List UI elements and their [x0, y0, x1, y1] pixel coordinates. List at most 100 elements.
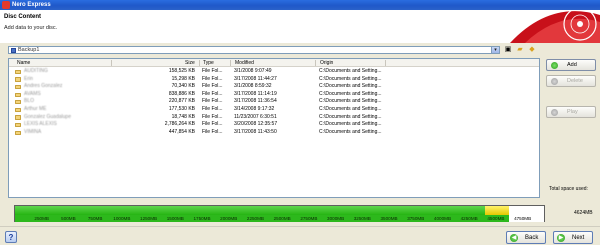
row-name: Arthur ME	[24, 105, 47, 112]
capacity-tick-label: 1500MB	[166, 216, 184, 221]
new-folder-icon[interactable]: ▰	[515, 45, 525, 54]
page-subtitle: Add data to your disc.	[4, 25, 58, 31]
dropdown-arrow-icon[interactable]: ▾	[491, 47, 499, 53]
header-panel: Disc Content Add data to your disc.	[0, 10, 600, 43]
row-origin: C:\Documents and Setting...	[319, 75, 382, 82]
capacity-fill	[15, 206, 486, 215]
capacity-tick-label: 3750MB	[407, 216, 425, 221]
capacity-warning-fill	[485, 206, 510, 215]
table-row[interactable]: BLO 220,877 KB File Fol... 3/17/2008 11:36:…	[9, 98, 539, 106]
capacity-tick-label: 500MB	[61, 216, 76, 221]
row-name: LEXIS ALEXIS	[24, 121, 57, 128]
row-size: 447,854 KB	[168, 128, 195, 135]
bottom-bar: ? ◀ Back ▶ Next	[0, 226, 600, 245]
row-type: File Fol...	[202, 113, 223, 120]
column-modified[interactable]: Modified	[235, 60, 254, 66]
next-arrow-icon: ▶	[557, 234, 565, 242]
delete-button[interactable]: Delete	[546, 75, 596, 87]
total-space-value: 4624MB	[574, 210, 593, 216]
row-origin: C:\Documents and Setting...	[319, 121, 382, 128]
capacity-tick-label: 2500MB	[273, 216, 291, 221]
row-size: 220,877 KB	[168, 98, 195, 105]
delete-button-label: Delete	[567, 78, 583, 84]
properties-icon[interactable]: ◆	[527, 45, 537, 54]
capacity-tick-label: 4000MB	[433, 216, 452, 221]
capacity-tick-label: 1250MB	[140, 216, 158, 221]
folder-icon	[15, 92, 21, 97]
column-origin[interactable]: Origin	[320, 60, 333, 66]
row-modified: 11/23/2007 6:30:51	[234, 113, 277, 120]
row-modified: 3/1/2008 9:07:49	[234, 68, 272, 74]
delete-icon	[551, 78, 558, 85]
capacity-tick-label: 3500MB	[380, 216, 398, 221]
capacity-tick-label: 750MB	[87, 216, 103, 221]
back-button-label: Back	[525, 235, 539, 241]
next-button[interactable]: ▶ Next	[553, 231, 593, 244]
table-row[interactable]: AVAMS 838,886 KB File Fol... 3/17/2008 11:1…	[9, 91, 539, 99]
save-icon[interactable]: ▣	[503, 45, 513, 54]
row-origin: C:\Documents and Setting...	[319, 83, 382, 90]
play-button[interactable]: Play	[546, 106, 596, 118]
capacity-tick-label: 3000MB	[327, 216, 345, 221]
folder-icon	[15, 69, 21, 74]
row-modified: 3/1/2008 8:59:32	[234, 83, 272, 90]
folder-icon	[15, 84, 21, 90]
list-header: Name Size Type Modified Origin	[9, 59, 539, 67]
row-type: File Fol...	[202, 83, 223, 90]
capacity-tick-label: 4250MB	[460, 216, 478, 221]
compilation-name-combo[interactable]: Backup1 ▾	[8, 46, 500, 54]
folder-icon	[15, 107, 21, 112]
title-bar: Nero Express	[0, 0, 600, 10]
row-modified: 3/17/2008 11:14:19	[234, 90, 277, 97]
row-type: File Fol...	[202, 105, 223, 112]
row-size: 18,748 KB	[171, 113, 195, 120]
disc-decoration-icon	[510, 10, 600, 43]
column-size[interactable]: Size	[185, 60, 195, 66]
row-size: 2,786,264 KB	[164, 121, 195, 128]
folder-icon	[15, 122, 21, 128]
file-list[interactable]: Name Size Type Modified Origin AUDITING 1…	[8, 58, 540, 198]
row-origin: C:\Documents and Setting...	[319, 113, 382, 120]
row-type: File Fol...	[202, 98, 223, 105]
row-size: 15,298 KB	[171, 75, 195, 82]
row-modified: 3/17/2008 11:43:50	[234, 128, 277, 135]
row-origin: C:\Documents and Setting...	[319, 128, 382, 135]
table-row[interactable]: Gonzalez Guadalupe 18,748 KB File Fol... 11…	[9, 114, 539, 122]
row-type: File Fol...	[202, 128, 223, 135]
table-row[interactable]: VIMINA 447,854 KB File Fol... 3/17/2008 11:…	[9, 129, 539, 137]
row-type: File Fol...	[202, 121, 223, 128]
disc-icon	[11, 48, 16, 53]
row-name: BLO	[24, 98, 35, 105]
app-icon	[2, 1, 10, 9]
row-origin: C:\Documents and Setting...	[319, 68, 382, 74]
folder-icon	[15, 130, 21, 135]
row-size: 70,340 KB	[171, 83, 195, 90]
table-row[interactable]: Arthur ME 177,530 KB File Fol... 3/14/2008 …	[9, 106, 539, 114]
help-button[interactable]: ?	[5, 231, 17, 243]
add-button[interactable]: Add	[546, 59, 596, 71]
column-type[interactable]: Type	[203, 60, 214, 66]
play-icon	[551, 109, 558, 116]
capacity-bar: 250MB 500MB 750MB 1000MB 1250MB 1500MB 1750MB 2…	[14, 205, 545, 222]
row-type: File Fol...	[202, 75, 223, 82]
row-modified: 3/17/2008 11:44:27	[234, 75, 277, 82]
capacity-tick-label: 1750MB	[193, 216, 211, 221]
back-button[interactable]: ◀ Back	[506, 231, 546, 244]
capacity-tick-label: 3250MB	[353, 216, 371, 221]
table-row[interactable]: Andres Gonzalez 70,340 KB File Fol... 3/1/2…	[9, 83, 539, 91]
row-modified: 3/17/2008 11:36:54	[234, 98, 277, 105]
row-origin: C:\Documents and Setting...	[319, 98, 382, 105]
capacity-tick-label: 250MB	[34, 216, 49, 221]
play-button-label: Play	[567, 109, 578, 115]
table-row[interactable]: LEXIS ALEXIS 2,786,264 KB File Fol... 3/20/…	[9, 121, 539, 129]
total-space-label: Total space used:	[549, 186, 588, 192]
add-icon	[551, 62, 558, 69]
column-name[interactable]: Name	[17, 60, 30, 66]
row-size: 838,886 KB	[168, 90, 195, 97]
folder-icon	[15, 100, 21, 105]
window-title: Nero Express	[12, 2, 51, 8]
row-origin: C:\Documents and Setting...	[319, 90, 382, 97]
table-row[interactable]: Erin 15,298 KB File Fol... 3/17/2008 11:44:…	[9, 76, 539, 84]
capacity-tick-label: 2750MB	[300, 216, 318, 221]
table-row[interactable]: AUDITING 158,525 KB File Fol... 3/1/2008 9:…	[9, 68, 539, 76]
